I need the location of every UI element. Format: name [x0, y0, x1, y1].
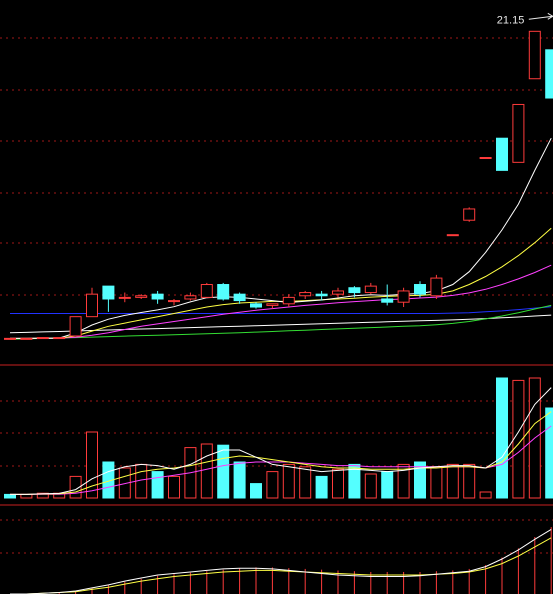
volume-bar: [381, 471, 394, 499]
candle-body: [282, 296, 295, 305]
volume-bar: [315, 475, 328, 499]
candle-body: [4, 337, 16, 340]
volume-bar: [332, 468, 344, 499]
candle-body: [53, 337, 66, 340]
volume-bar: [266, 471, 279, 499]
candle-body: [217, 284, 230, 300]
volume-bar: [479, 491, 492, 499]
volume-bar: [4, 493, 16, 499]
volume-bar: [250, 483, 262, 499]
volume-bar: [86, 431, 98, 499]
volume-bar: [282, 463, 295, 499]
max-price-label: 21.15: [497, 14, 525, 26]
volume-bar: [463, 463, 476, 499]
candle-body: [512, 103, 525, 163]
candle-body: [496, 137, 508, 171]
candle-body: [397, 290, 410, 303]
candle: [430, 274, 443, 299]
candle: [479, 157, 492, 160]
candle-body: [168, 300, 180, 303]
candle-body: [233, 293, 246, 302]
candle-body: [414, 284, 426, 295]
candle-body: [299, 292, 312, 297]
candle-body: [381, 298, 394, 303]
candle: [512, 103, 525, 163]
volume-bar: [496, 377, 508, 499]
candle-body: [348, 287, 361, 294]
candle-body: [184, 295, 197, 300]
volume-bar: [430, 466, 443, 499]
candle-body: [364, 285, 377, 294]
candle: [20, 337, 33, 340]
candle-body: [250, 303, 262, 308]
volume-bar: [446, 463, 459, 499]
candle-body: [545, 49, 553, 99]
candle: [217, 282, 230, 301]
candle-body: [102, 285, 115, 300]
volume-bar: [364, 473, 377, 499]
volume-bar: [168, 475, 180, 499]
candle-body: [315, 293, 328, 297]
candle-body: [69, 316, 82, 337]
candle: [200, 282, 213, 298]
candle: [36, 337, 49, 340]
candle-body: [118, 296, 131, 299]
candle: [496, 137, 508, 171]
candle-body: [200, 284, 213, 298]
candle-body: [479, 157, 492, 160]
candle: [4, 337, 16, 340]
candle-body: [430, 277, 443, 297]
candle-body: [528, 30, 541, 80]
candle-body: [20, 337, 33, 340]
candle: [446, 234, 459, 237]
volume-bar: [233, 461, 246, 499]
candle: [545, 49, 553, 99]
volume-bar: [217, 444, 230, 499]
volume-bar: [299, 466, 312, 499]
candle: [463, 207, 476, 222]
candle: [528, 30, 541, 80]
volume-bar: [151, 471, 164, 499]
candle-body: [36, 337, 49, 340]
volume-bar: [545, 407, 553, 499]
candle-body: [151, 293, 164, 300]
candle-body: [266, 303, 279, 306]
volume-bar: [20, 493, 33, 499]
volume-bar: [200, 443, 213, 499]
candle: [69, 316, 82, 337]
candle-body: [463, 208, 476, 221]
candle-body: [86, 293, 98, 318]
candle-body: [446, 234, 459, 237]
stock-chart: 21.15: [0, 0, 553, 594]
candle: [53, 337, 66, 340]
candle-body: [135, 295, 148, 298]
candle-body: [332, 290, 344, 295]
